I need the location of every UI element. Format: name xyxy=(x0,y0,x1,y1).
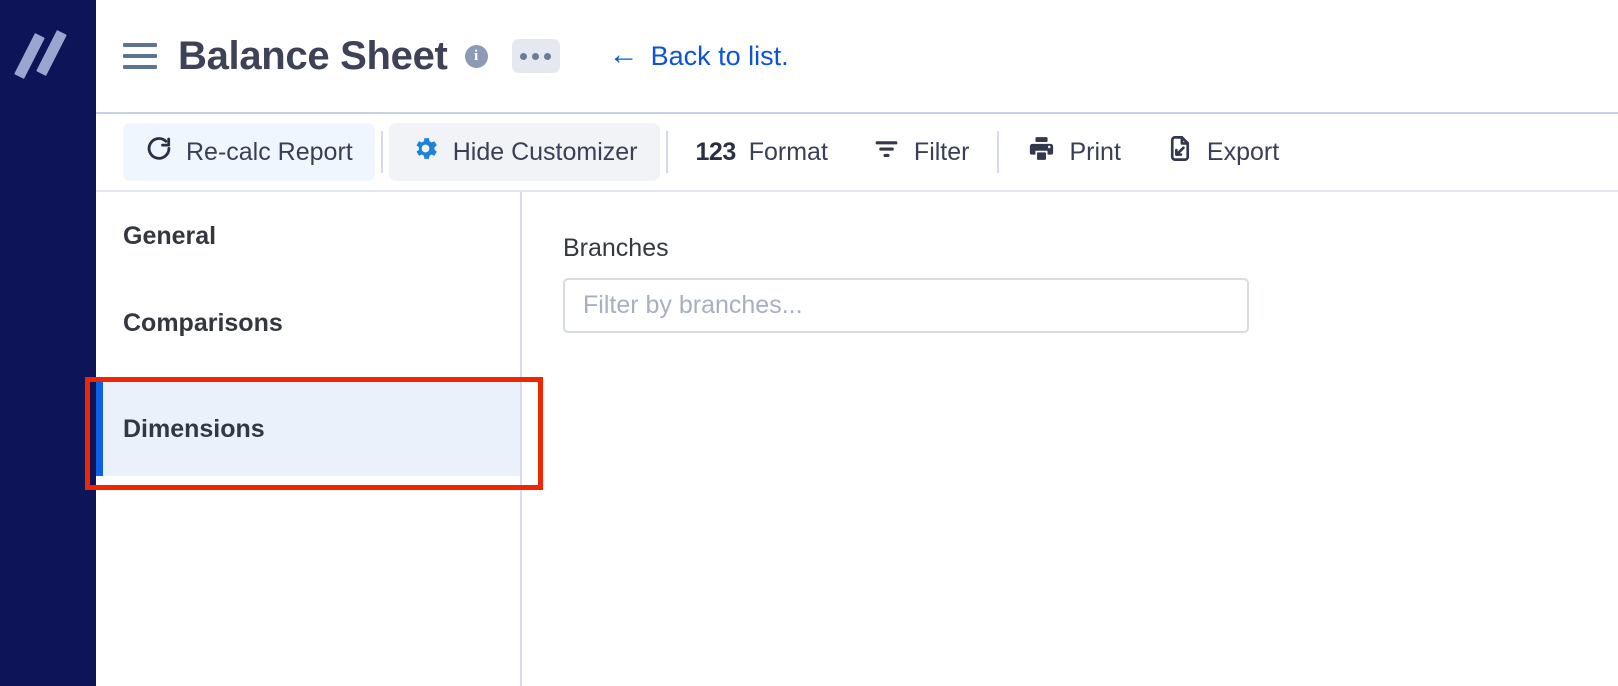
hide-customizer-label: Hide Customizer xyxy=(452,137,638,166)
toolbar-divider xyxy=(665,131,668,173)
gear-icon xyxy=(411,134,440,170)
toolbar-divider xyxy=(380,131,383,173)
print-button[interactable]: Print xyxy=(1005,123,1142,181)
nav-item-label: General xyxy=(123,222,217,250)
back-to-list-label: Back to list. xyxy=(650,40,789,71)
ellipsis-dot xyxy=(544,52,552,60)
recalc-report-button[interactable]: Re-calc Report xyxy=(123,123,375,181)
hamburger-bar xyxy=(123,54,157,58)
nav-item-label: Comparisons xyxy=(123,309,283,337)
nav-item-dimensions[interactable]: Dimensions xyxy=(96,382,520,476)
double-slash-logo[interactable] xyxy=(14,30,80,82)
nav-item-general[interactable]: General xyxy=(96,208,520,265)
export-icon xyxy=(1165,134,1194,170)
hamburger-bar xyxy=(123,65,157,69)
print-label: Print xyxy=(1069,137,1121,166)
filter-button[interactable]: Filter xyxy=(850,123,992,181)
refresh-icon xyxy=(145,135,173,170)
page-title: Balance Sheet xyxy=(178,33,448,78)
printer-icon xyxy=(1027,134,1056,170)
recalc-report-label: Re-calc Report xyxy=(186,137,353,166)
hide-customizer-button[interactable]: Hide Customizer xyxy=(388,123,660,181)
report-toolbar: Re-calc Report Hide Customizer 123 Forma… xyxy=(96,114,1618,192)
customizer-panel: Branches xyxy=(522,192,1618,686)
ellipsis-dot xyxy=(520,52,528,60)
export-button[interactable]: Export xyxy=(1143,123,1301,181)
nav-item-comparisons[interactable]: Comparisons xyxy=(96,295,520,352)
format-label: Format xyxy=(748,137,828,166)
ellipsis-icon[interactable] xyxy=(511,39,560,73)
toolbar-divider xyxy=(997,131,1000,173)
info-circle-icon[interactable]: i xyxy=(464,44,488,68)
nav-item-label: Dimensions xyxy=(123,414,265,443)
page-header: Balance Sheet i ← Back to list. xyxy=(96,0,1618,114)
branches-label: Branches xyxy=(563,234,669,262)
main-column: Balance Sheet i ← Back to list. Re-calc … xyxy=(96,0,1618,686)
branches-filter-input[interactable] xyxy=(563,278,1249,333)
ellipsis-dot xyxy=(532,52,540,60)
hamburger-bar xyxy=(123,43,157,47)
app-rail xyxy=(0,0,96,686)
filter-label: Filter xyxy=(913,137,970,166)
arrow-left-icon: ← xyxy=(608,38,639,71)
back-to-list-link[interactable]: ← Back to list. xyxy=(608,38,789,72)
hamburger-menu-icon[interactable] xyxy=(123,43,157,69)
123-icon: 123 xyxy=(695,137,737,166)
export-label: Export xyxy=(1206,137,1280,166)
format-button[interactable]: 123 Format xyxy=(674,123,850,181)
report-body: General Comparisons Dimensions Branches xyxy=(96,192,1618,686)
filter-icon xyxy=(872,134,901,170)
customizer-nav: General Comparisons Dimensions xyxy=(96,192,522,686)
